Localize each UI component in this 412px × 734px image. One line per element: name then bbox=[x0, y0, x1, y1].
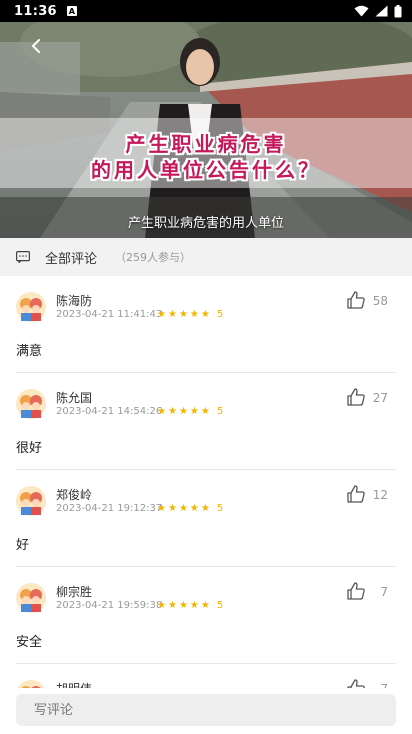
video-player[interactable]: 产生职业病危害 的用人单位公告什么？ 产生职业病危害的用人单位 bbox=[0, 22, 412, 238]
thumbs-up-icon[interactable] bbox=[346, 581, 366, 601]
comment-list[interactable]: 陈海防 2023-04-21 11:41:43 ★ ★ ★ ★ ★ 5 58 满意 陈允… bbox=[0, 276, 412, 688]
notification-icon: A bbox=[66, 6, 77, 16]
like-count: 12 bbox=[372, 488, 388, 502]
comment-time: 2023-04-21 14:54:26 bbox=[56, 406, 163, 417]
star-icon: ★ bbox=[189, 599, 199, 611]
write-comment-input[interactable] bbox=[16, 694, 396, 726]
commenter-name: 陈允国 bbox=[56, 391, 93, 405]
participant-count: （259人参与） bbox=[115, 251, 192, 264]
commenter-name: 胡明伟 bbox=[56, 680, 92, 688]
star-icon: ★ bbox=[189, 502, 199, 514]
star-icon: ★ bbox=[157, 308, 166, 320]
comment-item: 陈允国 2023-04-21 14:54:26 ★ ★ ★ ★ ★ 5 27 很好 bbox=[0, 373, 412, 470]
star-icon: ★ bbox=[178, 308, 188, 320]
comment-item: 柳宗胜 2023-04-21 19:59:38 ★ ★ ★ ★ ★ 5 7 安全 bbox=[0, 567, 412, 664]
rating-stars: ★ ★ ★ ★ ★ 5 bbox=[157, 406, 223, 417]
video-subtitle: 产生职业病危害的用人单位 bbox=[127, 216, 284, 231]
comment-text: 安全 bbox=[16, 635, 43, 650]
battery-icon bbox=[394, 4, 402, 17]
star-icon: ★ bbox=[178, 599, 188, 611]
star-icon: ★ bbox=[167, 308, 177, 320]
chevron-left-icon bbox=[31, 39, 40, 53]
status-time: 11:36 bbox=[14, 3, 57, 19]
comment-item: 胡明伟 7 bbox=[0, 664, 412, 688]
thumbs-up-icon[interactable] bbox=[346, 678, 366, 688]
star-icon: ★ bbox=[200, 308, 210, 320]
video-title-line-2: 的用人单位公告什么？ bbox=[91, 158, 321, 182]
wifi-icon bbox=[354, 5, 369, 17]
comment-text: 满意 bbox=[16, 344, 43, 359]
comment-icon bbox=[16, 251, 30, 263]
comment-time: 2023-04-21 19:12:37 bbox=[56, 503, 163, 514]
comment-text: 好 bbox=[16, 538, 30, 553]
rating-score: 5 bbox=[216, 309, 224, 320]
bottom-bar bbox=[0, 688, 412, 734]
signal-icon bbox=[375, 5, 388, 17]
avatar bbox=[16, 389, 46, 419]
avatar bbox=[16, 583, 46, 613]
status-bar: 11:36 A bbox=[0, 0, 412, 22]
star-icon: ★ bbox=[157, 405, 166, 417]
commenter-name: 陈海防 bbox=[56, 294, 93, 308]
rating-score: 5 bbox=[216, 406, 224, 417]
rating-score: 5 bbox=[216, 503, 224, 514]
video-title-line-1: 产生职业病危害 bbox=[125, 132, 287, 156]
rating-score: 5 bbox=[216, 600, 224, 611]
screen: 11:36 A 产生职业病危害 的用人单位公告什么？ 产生职业病危害的用人单位 … bbox=[0, 0, 412, 734]
commenter-name: 柳宗胜 bbox=[56, 585, 93, 599]
avatar bbox=[16, 292, 46, 322]
avatar bbox=[16, 486, 46, 516]
star-icon: ★ bbox=[178, 502, 188, 514]
comment-item: 陈海防 2023-04-21 11:41:43 ★ ★ ★ ★ ★ 5 58 满意 bbox=[0, 276, 412, 373]
comments-header: 全部评论 （259人参与） bbox=[0, 238, 412, 276]
comment-time: 2023-04-21 11:41:43 bbox=[56, 309, 163, 320]
like-count: 27 bbox=[372, 391, 388, 405]
comment-item: 郑俊岭 2023-04-21 19:12:37 ★ ★ ★ ★ ★ 5 12 好 bbox=[0, 470, 412, 567]
comment-time: 2023-04-21 19:59:38 bbox=[56, 600, 163, 611]
star-icon: ★ bbox=[167, 502, 177, 514]
star-icon: ★ bbox=[200, 599, 210, 611]
star-icon: ★ bbox=[167, 599, 177, 611]
star-icon: ★ bbox=[157, 502, 166, 514]
star-icon: ★ bbox=[200, 502, 210, 514]
rating-stars: ★ ★ ★ ★ ★ 5 bbox=[157, 600, 223, 611]
status-icons bbox=[354, 4, 402, 18]
like-count: 7 bbox=[380, 585, 388, 599]
star-icon: ★ bbox=[167, 405, 177, 417]
star-icon: ★ bbox=[189, 308, 199, 320]
rating-stars: ★ ★ ★ ★ ★ 5 bbox=[157, 503, 223, 514]
like-count: 58 bbox=[372, 294, 388, 308]
thumbs-up-icon[interactable] bbox=[346, 387, 366, 407]
star-icon: ★ bbox=[178, 405, 188, 417]
star-icon: ★ bbox=[189, 405, 199, 417]
rating-stars: ★ ★ ★ ★ ★ 5 bbox=[157, 309, 223, 320]
star-icon: ★ bbox=[200, 405, 210, 417]
thumbs-up-icon[interactable] bbox=[346, 290, 366, 310]
comment-text: 很好 bbox=[16, 441, 43, 456]
thumbs-up-icon[interactable] bbox=[346, 484, 366, 504]
commenter-name: 郑俊岭 bbox=[56, 488, 93, 502]
back-button[interactable] bbox=[22, 32, 50, 60]
all-comments-label: 全部评论 bbox=[45, 251, 98, 267]
avatar bbox=[17, 680, 45, 688]
star-icon: ★ bbox=[157, 599, 166, 611]
